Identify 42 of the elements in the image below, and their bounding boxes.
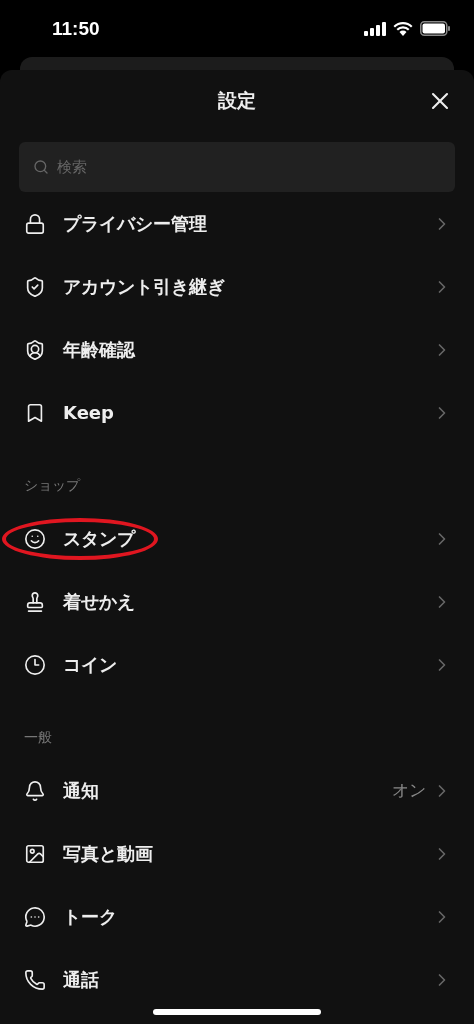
row-label: 着せかえ xyxy=(63,589,136,614)
row-label: 年齢確認 xyxy=(63,337,137,362)
settings-row[interactable]: 写真と動画 xyxy=(0,822,474,885)
row-label: 写真と動画 xyxy=(63,841,154,866)
row-label: コイン xyxy=(63,652,118,677)
row-label: プライバシー管理 xyxy=(63,211,208,236)
signal-icon xyxy=(364,21,386,36)
row-label: スタンプ xyxy=(63,526,137,551)
settings-row[interactable]: 通話 xyxy=(0,948,474,1011)
clock-icon xyxy=(24,653,46,676)
phone-icon xyxy=(24,968,46,991)
status-time: 11:50 xyxy=(52,17,100,40)
shield-check-icon xyxy=(24,275,46,298)
search-icon xyxy=(33,159,49,175)
section-title: 一般 xyxy=(24,728,52,747)
smiley-icon xyxy=(24,527,46,550)
settings-row[interactable]: スタンプ xyxy=(0,507,474,570)
settings-row[interactable]: Keep xyxy=(0,381,474,444)
section-title: ショップ xyxy=(24,476,80,495)
settings-row[interactable]: 通知 オン xyxy=(0,759,474,822)
shield-person-icon xyxy=(24,338,46,361)
wifi-icon xyxy=(393,21,413,36)
image-icon xyxy=(24,842,46,865)
row-label: アカウント引き継ぎ xyxy=(63,274,226,299)
lock-icon xyxy=(24,212,46,235)
settings-row[interactable]: 年齢確認 xyxy=(0,318,474,381)
stamp-icon xyxy=(24,590,46,613)
row-label: トーク xyxy=(63,904,118,929)
settings-row[interactable]: プライバシー管理 xyxy=(0,192,474,255)
battery-icon xyxy=(420,21,450,36)
search-field[interactable]: 検索 xyxy=(19,142,455,192)
settings-row[interactable]: 着せかえ xyxy=(0,570,474,633)
bell-icon xyxy=(24,779,46,802)
row-label: 通話 xyxy=(63,967,100,992)
sheet-title: 設定 xyxy=(218,88,256,113)
settings-row[interactable]: アカウント引き継ぎ xyxy=(0,255,474,318)
settings-row[interactable]: トーク xyxy=(0,885,474,948)
chat-bubble-icon xyxy=(24,905,46,928)
row-label: 通知 xyxy=(63,778,100,803)
row-label: Keep xyxy=(63,402,115,423)
settings-row[interactable]: コイン xyxy=(0,633,474,696)
row-value: オン xyxy=(392,779,426,802)
